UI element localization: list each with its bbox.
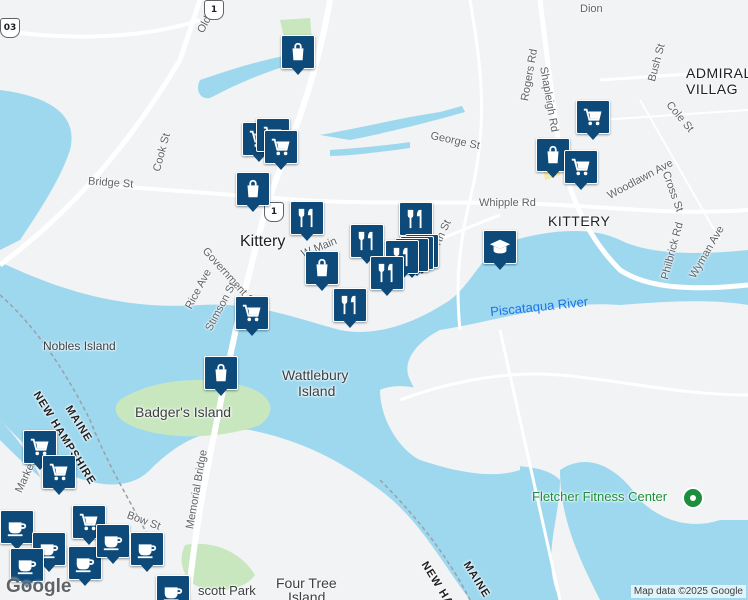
shopping-bag-marker-icon[interactable]: [281, 35, 315, 77]
island-label-nobles: Nobles Island: [43, 339, 116, 353]
island-label-four-tree-2: Island: [288, 589, 326, 600]
school-marker-icon[interactable]: [483, 230, 517, 272]
town-label-kittery-east: KITTERY: [548, 213, 611, 229]
town-label-kittery: Kittery: [240, 233, 286, 250]
shopping-cart-marker-icon[interactable]: [576, 100, 610, 142]
map-base: [0, 0, 748, 600]
shopping-cart-marker-icon[interactable]: [564, 150, 598, 192]
shopping-bag-marker-icon[interactable]: [204, 356, 238, 398]
area-label-admiralty-2: VILLAG: [686, 81, 739, 97]
shopping-bag-marker-icon[interactable]: [305, 251, 339, 293]
restaurant-marker-icon[interactable]: [290, 201, 324, 243]
island-label-wattlebury-2: Island: [298, 383, 336, 399]
google-logo[interactable]: Google: [6, 576, 71, 598]
restaurant-marker-icon[interactable]: [333, 288, 367, 330]
shopping-bag-marker-icon[interactable]: [236, 172, 270, 214]
coffee-marker-icon[interactable]: [0, 510, 34, 552]
coffee-marker-icon[interactable]: [130, 532, 164, 574]
map-canvas[interactable]: Old Post Rd Cook St Bridge St Kittery KI…: [0, 0, 748, 600]
coffee-marker-icon[interactable]: [156, 575, 190, 600]
island-label-wattlebury-1: Wattlebury: [282, 367, 349, 383]
restaurant-marker-icon[interactable]: [370, 256, 404, 298]
map-attribution[interactable]: Map data ©2025 Google: [630, 585, 746, 598]
route-shield-us1-north: 1: [204, 0, 224, 20]
shopping-cart-marker-icon[interactable]: [235, 296, 269, 338]
route-shield-103: 03: [0, 18, 20, 38]
shopping-cart-marker-icon[interactable]: [42, 455, 76, 497]
island-label-badgers: Badger's Island: [135, 404, 232, 420]
street-label-whipple-rd: Whipple Rd: [479, 197, 536, 209]
coffee-marker-icon[interactable]: [96, 524, 130, 566]
area-label-admiralty-1: ADMIRAL: [686, 65, 748, 81]
fitness-center-pin-icon[interactable]: [682, 487, 704, 509]
shopping-cart-marker-icon[interactable]: [264, 130, 298, 172]
park-label-prescott: scott Park: [198, 583, 256, 598]
street-label-dion: Dion: [580, 3, 603, 15]
poi-label-fletcher-fitness[interactable]: Fletcher Fitness Center: [532, 490, 667, 503]
